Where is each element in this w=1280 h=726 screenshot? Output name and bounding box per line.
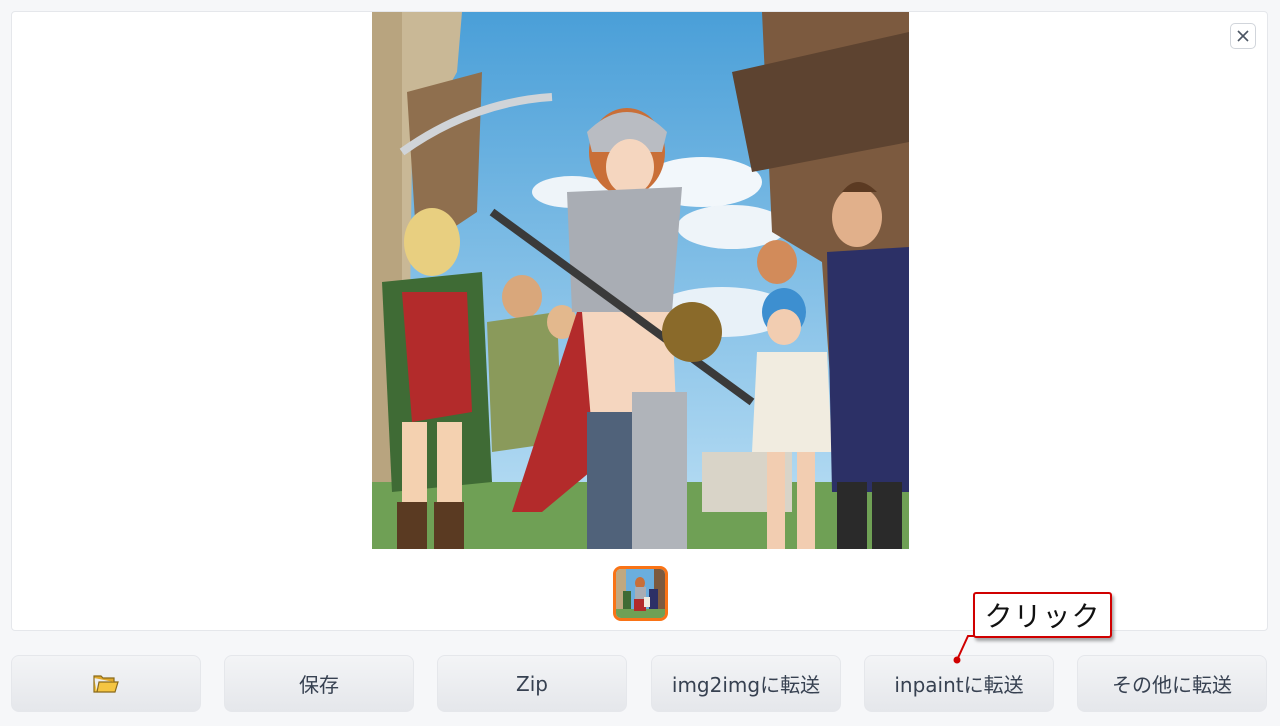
close-button[interactable] [1230, 23, 1256, 49]
save-button-label: 保存 [299, 673, 339, 697]
zip-button[interactable]: Zip [437, 655, 627, 712]
main-image[interactable] [372, 12, 909, 549]
send-to-inpaint-label: inpaintに転送 [894, 673, 1024, 697]
send-to-img2img-button[interactable]: img2imgに転送 [651, 655, 841, 712]
click-annotation: クリック [973, 592, 1112, 638]
close-icon [1237, 30, 1249, 42]
send-to-other-button[interactable]: その他に転送 [1077, 655, 1267, 712]
send-to-img2img-label: img2imgに転送 [671, 673, 821, 697]
send-to-other-label: その他に転送 [1112, 673, 1232, 697]
gallery-thumbnail[interactable] [613, 566, 668, 621]
save-button[interactable]: 保存 [224, 655, 414, 712]
gallery-panel [11, 11, 1268, 631]
thumbnail-image [616, 569, 665, 618]
open-folder-button[interactable] [11, 655, 201, 712]
folder-icon [93, 674, 119, 693]
click-annotation-label: クリック [984, 600, 1101, 633]
main-image-art [372, 12, 909, 549]
zip-button-label: Zip [516, 671, 548, 696]
